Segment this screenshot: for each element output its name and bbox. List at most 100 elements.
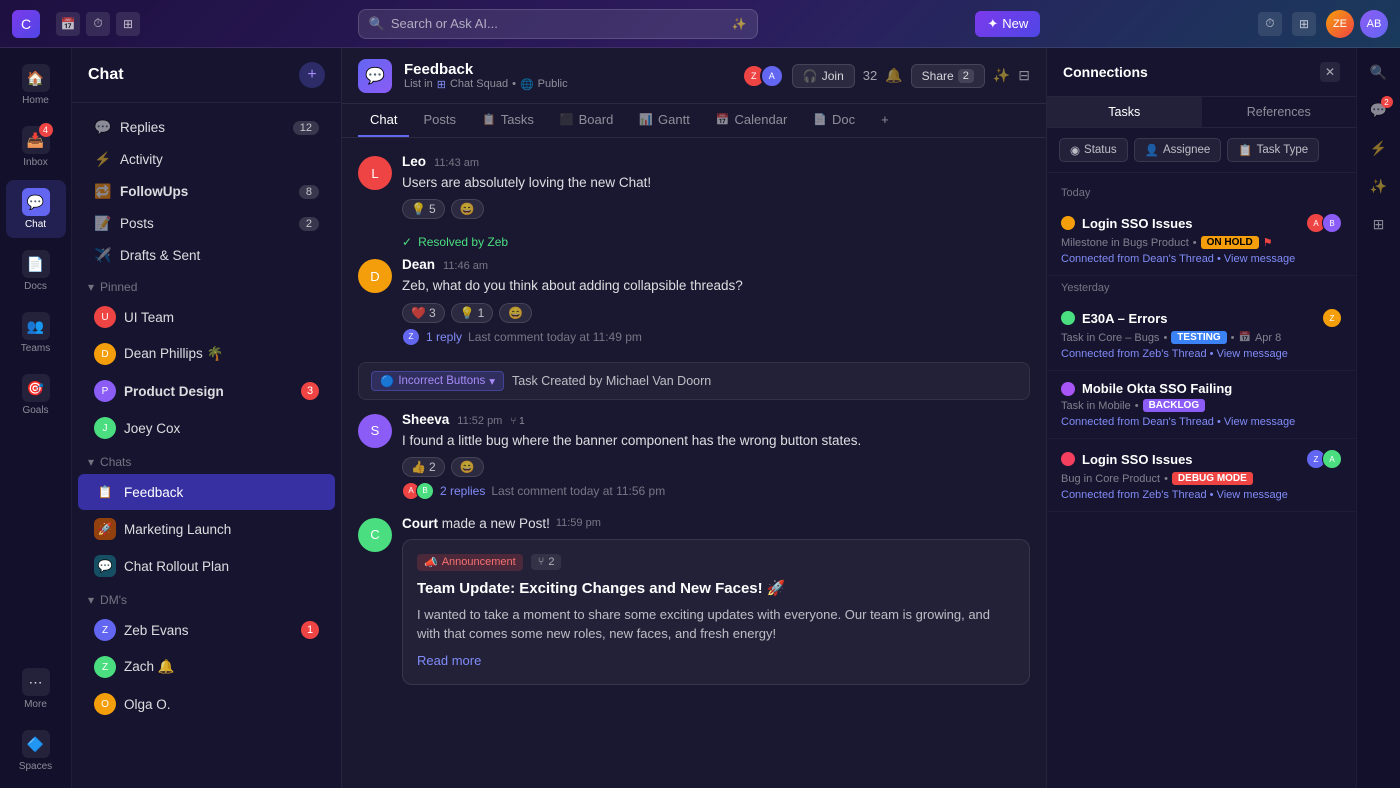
sidebar-item-zeb-evans[interactable]: Z Zeb Evans 1 <box>78 612 335 648</box>
tab-chat[interactable]: Chat <box>358 104 409 137</box>
chats-section-header[interactable]: ▾ Chats <box>72 447 341 473</box>
sidebar-add-button[interactable]: + <box>299 62 325 88</box>
reaction-smile-leo[interactable]: 😄 <box>451 199 484 219</box>
apps-icon[interactable]: ⊞ <box>1292 12 1316 36</box>
connections-title: Connections <box>1063 64 1148 80</box>
sparkle-icon[interactable]: ✨ <box>993 67 1010 84</box>
goals-icon: 🎯 <box>22 374 50 402</box>
reaction-heart[interactable]: ❤️ 3 <box>402 303 445 323</box>
sidebar-item-feedback[interactable]: 📋 Feedback <box>78 474 335 510</box>
sidebar-item-spaces[interactable]: 🔷 Spaces <box>6 722 66 780</box>
topbar-actions: Z A 🎧 Join 32 🔔 Share 2 ✨ ⊟ <box>742 64 1030 88</box>
sidebar-item-joey-cox[interactable]: J Joey Cox <box>78 410 335 446</box>
sidebar-item-goals[interactable]: 🎯 Goals <box>6 366 66 424</box>
sidebar-item-olga[interactable]: O Olga O. <box>78 686 335 722</box>
conn-tab-references[interactable]: References <box>1202 97 1357 127</box>
sheeva-thread[interactable]: A B 2 replies Last comment today at 11:5… <box>402 482 1030 500</box>
product-design-avatar: P <box>94 380 116 402</box>
message-group-court: C Court made a new Post! 11:59 pm 📣 <box>358 516 1030 685</box>
new-button[interactable]: ✦ New <box>975 11 1040 37</box>
app-logo[interactable]: C <box>12 10 40 38</box>
share-button[interactable]: Share 2 <box>911 64 985 88</box>
ui-team-label: UI Team <box>124 310 319 325</box>
task-circle-icon: 🔵 <box>380 374 394 388</box>
search-bar[interactable]: 🔍 Search or Ask AI... ✨ <box>358 9 758 39</box>
sidebar-item-inbox[interactable]: 📥 4 Inbox <box>6 118 66 176</box>
tab-tasks[interactable]: 📋 Tasks <box>470 104 546 137</box>
inbox-badge: 4 <box>39 123 53 137</box>
sidebar-item-teams[interactable]: 👥 Teams <box>6 304 66 362</box>
join-button[interactable]: 🎧 Join <box>792 64 855 88</box>
court-avatar: C <box>358 518 392 552</box>
sidebar-item-home[interactable]: 🏠 Home <box>6 56 66 114</box>
sidebar-item-product-design[interactable]: P Product Design 3 <box>78 373 335 409</box>
sidebar-item-posts[interactable]: 📝 Posts 2 <box>78 208 335 239</box>
sidebar-item-more[interactable]: ⋯ More <box>6 660 66 718</box>
sync-count: ⑂ 2 <box>531 554 562 570</box>
reaction-smile-dean[interactable]: 😄 <box>499 303 532 323</box>
grid-icon[interactable]: ⊞ <box>116 12 140 36</box>
tab-doc[interactable]: 📄 Doc <box>801 104 867 137</box>
feedback-label: Feedback <box>124 485 319 500</box>
login-sso-2-view-msg[interactable]: View message <box>1217 489 1288 501</box>
sidebar-item-activity[interactable]: ⚡ Activity <box>78 144 335 175</box>
activity-right-icon[interactable]: ⚡ <box>1363 132 1395 164</box>
layout-icon[interactable]: ⊟ <box>1018 67 1030 84</box>
reaction-thumbs-2[interactable]: 👍 2 <box>402 457 445 477</box>
sidebar-item-chat[interactable]: 💬 Chat <box>6 180 66 238</box>
conn-item-login-sso: Login SSO Issues A B Milestone in Bugs P… <box>1047 203 1356 276</box>
chat-bubble-right-icon[interactable]: 💬 2 <box>1363 94 1395 126</box>
user-avatar[interactable]: ZE <box>1326 10 1354 38</box>
connections-close-button[interactable]: ✕ <box>1320 62 1340 82</box>
calendar-icon[interactable]: 📅 <box>56 12 80 36</box>
filter-assignee[interactable]: 👤 Assignee <box>1134 138 1222 162</box>
pinned-section-header[interactable]: ▾ Pinned <box>72 272 341 298</box>
tab-gantt[interactable]: 📊 Gantt <box>627 104 702 137</box>
clock-icon[interactable]: ⏱ <box>86 12 110 36</box>
share-count: 2 <box>958 69 974 83</box>
e30a-view-msg[interactable]: View message <box>1217 348 1288 360</box>
dean-thread[interactable]: Z 1 reply Last comment today at 11:49 pm <box>402 328 1030 346</box>
right-icon-strip: 🔍 💬 2 ⚡ ✨ ⊞ <box>1356 48 1400 788</box>
user-avatar-2[interactable]: AB <box>1360 10 1388 38</box>
sidebar-item-drafts[interactable]: ✈️ Drafts & Sent <box>78 240 335 271</box>
conn-item-header-4: Login SSO Issues Z A <box>1061 449 1342 469</box>
read-more-link[interactable]: Read more <box>417 653 481 668</box>
login-sso-badge: ON HOLD <box>1201 236 1259 249</box>
dms-section-header[interactable]: ▾ DM's <box>72 585 341 611</box>
reaction-smile-sheeva[interactable]: 😄 <box>451 457 484 477</box>
filter-status[interactable]: ◉ Status <box>1059 138 1128 162</box>
sidebar-item-marketing[interactable]: 🚀 Marketing Launch <box>78 511 335 547</box>
tab-calendar[interactable]: 📅 Calendar <box>704 104 799 137</box>
tab-posts[interactable]: Posts <box>411 104 468 137</box>
sidebar-item-docs[interactable]: 📄 Docs <box>6 242 66 300</box>
tab-add[interactable]: + <box>869 104 901 137</box>
grid-right-icon[interactable]: ⊞ <box>1363 208 1395 240</box>
login-sso-view-msg[interactable]: View message <box>1224 253 1295 265</box>
sidebar-item-zach[interactable]: Z Zach 🔔 <box>78 649 335 685</box>
bell-icon[interactable]: 🔔 <box>885 67 902 84</box>
sidebar-item-followups[interactable]: 🔁 FollowUps 8 <box>78 176 335 207</box>
e30a-name: E30A – Errors <box>1082 311 1315 326</box>
sparkle-right-icon[interactable]: ✨ <box>1363 170 1395 202</box>
task-tag[interactable]: 🔵 Incorrect Buttons ▾ <box>371 371 504 391</box>
mobile-okta-view-msg[interactable]: View message <box>1224 416 1295 428</box>
sheeva-time: 11:52 pm <box>457 415 502 427</box>
dean-avatar: D <box>94 343 116 365</box>
reaction-bulb-1[interactable]: 💡 1 <box>451 303 494 323</box>
login-sso-2-meta: Bug in Core Product • DEBUG MODE <box>1061 472 1342 485</box>
reaction-bulb-5[interactable]: 💡 5 <box>402 199 445 219</box>
member-avatar-2: A <box>760 64 784 88</box>
filter-task-type[interactable]: 📋 Task Type <box>1227 138 1319 162</box>
conn-tab-tasks[interactable]: Tasks <box>1047 97 1202 127</box>
chevron-down-icon: ▾ <box>489 374 495 388</box>
sidebar-item-dean-phillips[interactable]: D Dean Phillips 🌴 <box>78 336 335 372</box>
search-right-icon[interactable]: 🔍 <box>1363 56 1395 88</box>
teams-icon: 👥 <box>22 312 50 340</box>
dean-author: Dean <box>402 257 435 272</box>
sidebar-item-chat-rollout[interactable]: 💬 Chat Rollout Plan <box>78 548 335 584</box>
tab-board[interactable]: ⬛ Board <box>548 104 625 137</box>
sidebar-item-ui-team[interactable]: U UI Team <box>78 299 335 335</box>
history-icon[interactable]: ⏱ <box>1258 12 1282 36</box>
sidebar-item-replies[interactable]: 💬 Replies 12 <box>78 112 335 143</box>
